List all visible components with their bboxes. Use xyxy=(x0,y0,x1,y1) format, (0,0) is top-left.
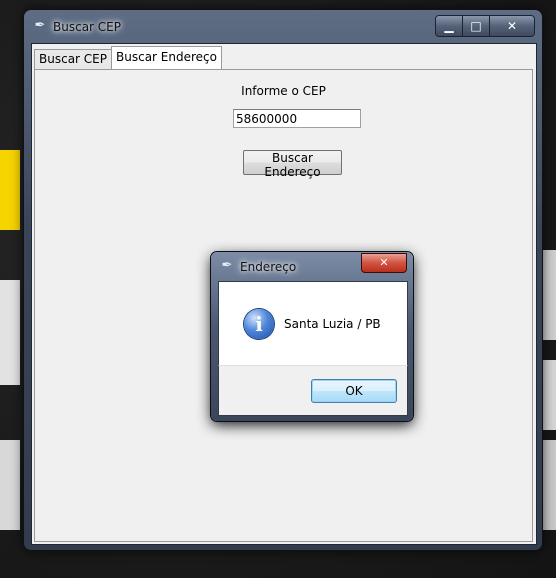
address-dialog: ✒ Endereço ✕ i Santa Luzia / PB OK xyxy=(211,252,413,421)
tab-buscar-cep[interactable]: Buscar CEP xyxy=(34,49,112,69)
dialog-close-button[interactable]: ✕ xyxy=(361,253,407,273)
wallpaper-decoration xyxy=(0,440,20,530)
dialog-title: Endereço xyxy=(240,260,297,274)
tab-buscar-endereco[interactable]: Buscar Endereço xyxy=(111,46,222,69)
wallpaper-decoration xyxy=(0,280,20,385)
maximize-icon: □ xyxy=(470,19,482,33)
minimize-icon: ▁ xyxy=(444,19,454,33)
notebook-tabs: Buscar CEP Buscar Endereço xyxy=(34,46,222,69)
main-titlebar[interactable]: ✒ Buscar CEP ▁ □ ✕ xyxy=(24,10,542,42)
close-icon: ✕ xyxy=(379,256,389,269)
minimize-button[interactable]: ▁ xyxy=(436,16,463,36)
dialog-message: Santa Luzia / PB xyxy=(284,317,381,331)
wallpaper-decoration xyxy=(542,360,556,430)
cep-input[interactable] xyxy=(233,109,361,128)
close-button[interactable]: ✕ xyxy=(490,16,534,36)
ok-button[interactable]: OK xyxy=(311,379,397,403)
wallpaper-decoration xyxy=(542,250,556,340)
cep-label: Informe o CEP xyxy=(241,84,326,98)
window-title: Buscar CEP xyxy=(53,20,121,34)
caption-buttons: ▁ □ ✕ xyxy=(435,15,535,37)
information-icon: i xyxy=(244,309,274,339)
maximize-button[interactable]: □ xyxy=(463,16,490,36)
feather-icon: ✒ xyxy=(221,258,233,273)
feather-icon: ✒ xyxy=(34,18,46,33)
wallpaper-decoration xyxy=(0,150,20,230)
close-icon: ✕ xyxy=(506,19,518,33)
search-address-button[interactable]: Buscar Endereço xyxy=(243,150,342,179)
wallpaper-decoration xyxy=(542,440,556,530)
dialog-footer: OK xyxy=(218,365,408,416)
dialog-body: i Santa Luzia / PB xyxy=(218,281,408,366)
